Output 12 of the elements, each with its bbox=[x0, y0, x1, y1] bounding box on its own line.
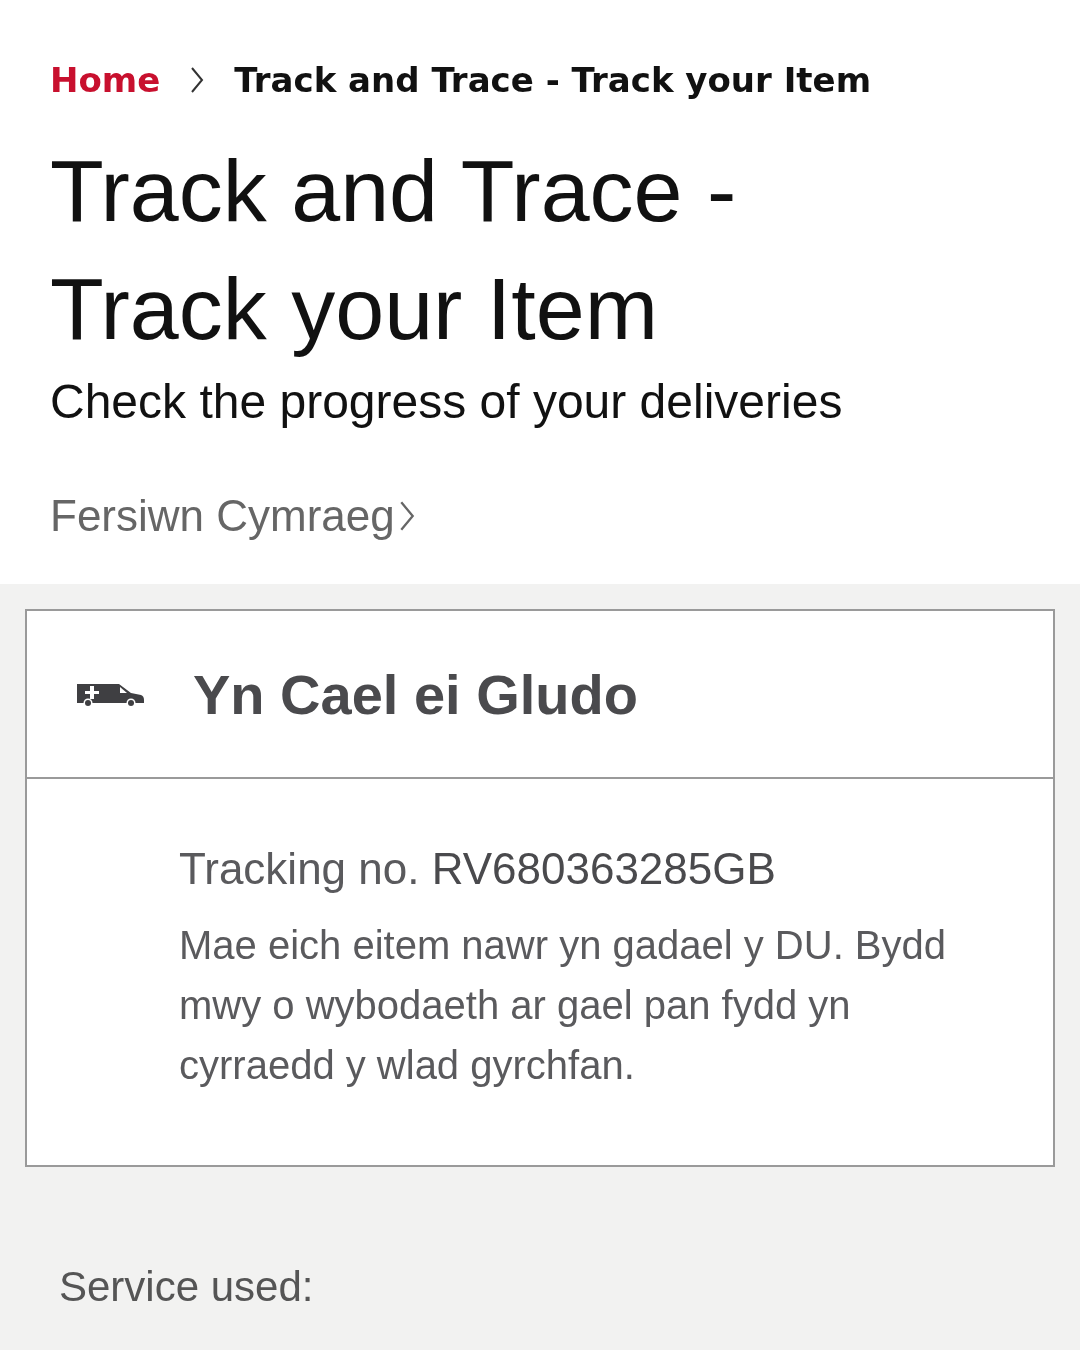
status-message: Mae eich eitem nawr yn gadael y DU. Bydd mwy o wybodaeth ar gael pan fydd yn cyrraedd y wlad gyrchfan. bbox=[179, 922, 948, 1089]
chevron-icon bbox=[190, 66, 205, 94]
home-link[interactable]: Home bbox=[50, 52, 161, 108]
service-label: Service used: bbox=[59, 1262, 315, 1312]
delivery-status: Yn Cael ei Gludo bbox=[193, 661, 638, 727]
language-link[interactable]: Fersiwn Cymraeg bbox=[50, 488, 395, 544]
page-subtitle: Check the progress of your deliveries bbox=[50, 374, 844, 430]
chevron-icon bbox=[398, 500, 415, 532]
tracking-number: RV680363285GB bbox=[431, 844, 776, 893]
tracking-label: Tracking no. bbox=[179, 844, 420, 893]
page-title: Track and Trace - Track your Item bbox=[50, 140, 738, 360]
breadcrumb-current: Track and Trace - Track your Item bbox=[234, 59, 872, 102]
